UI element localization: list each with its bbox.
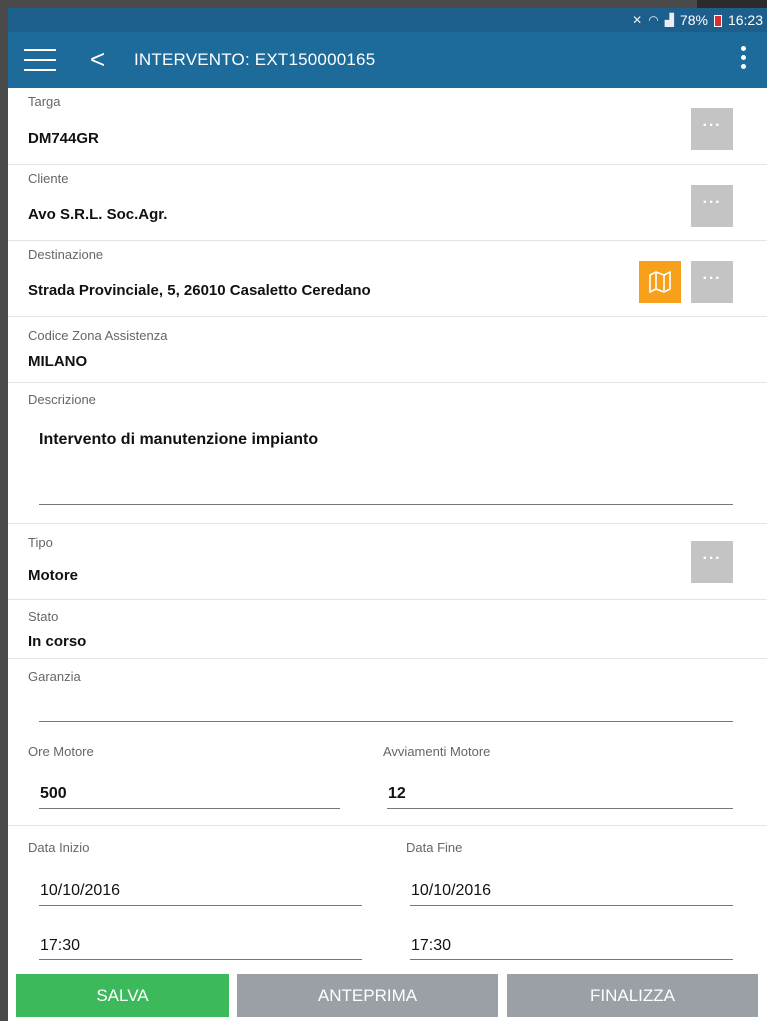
status-bar: ✕ ◠ ▟ 78% 16:23 [8,8,767,32]
garanzia-label: Garanzia [28,669,81,684]
descrizione-underline [39,504,733,505]
data-inizio-label: Data Inizio [28,840,90,855]
tipo-label: Tipo [28,535,53,550]
descrizione-label: Descrizione [28,392,96,407]
ore-motore-label: Ore Motore [28,744,94,759]
destinazione-lookup-button[interactable]: ··· [691,261,733,303]
destinazione-label: Destinazione [28,247,104,262]
targa-value: DM744GR [28,130,99,147]
battery-percent: 78% [679,12,708,28]
anteprima-button[interactable]: ANTEPRIMA [237,974,498,1017]
field-zona-assistenza: Codice Zona Assistenza MILANO [8,317,767,383]
map-icon [649,271,671,293]
wifi-icon: ◠ [648,13,659,27]
ore-motore-underline [39,808,340,809]
avviamenti-label: Avviamenti Motore [383,744,491,759]
stato-value: In corso [28,633,87,650]
top-corner-block [697,0,767,8]
ore-motore-input[interactable]: 500 [40,785,67,803]
more-options-icon[interactable] [741,46,747,72]
clock: 16:23 [727,12,763,28]
avviamenti-input[interactable]: 12 [388,785,406,803]
data-fine-time-input[interactable]: 17:30 [411,937,451,955]
field-garanzia: Garanzia [8,659,767,731]
data-inizio-date-input[interactable]: 10/10/2016 [40,882,120,900]
tipo-value: Motore [28,567,78,584]
data-fine-label: Data Fine [406,840,463,855]
field-tipo[interactable]: Tipo Motore ··· [8,524,767,600]
data-fine-date-underline [410,905,733,906]
tipo-lookup-button[interactable]: ··· [691,541,733,583]
field-engine-stats: Ore Motore 500 Avviamenti Motore 12 [8,731,767,826]
cliente-value: Avo S.R.L. Soc.Agr. [28,206,168,223]
zona-label: Codice Zona Assistenza [28,328,168,343]
cliente-label: Cliente [28,171,69,186]
stato-label: Stato [28,609,59,624]
signal-icon: ▟ [664,13,674,27]
form-content: Targa DM744GR ··· Cliente Avo S.R.L. Soc… [8,88,767,968]
app-bar: < INTERVENTO: EXT150000165 [8,32,767,88]
cliente-lookup-button[interactable]: ··· [691,185,733,227]
action-bar: SALVA ANTEPRIMA FINALIZZA [8,972,767,1021]
data-inizio-time-underline [39,959,362,960]
targa-lookup-button[interactable]: ··· [691,108,733,150]
salva-button[interactable]: SALVA [16,974,229,1017]
field-destinazione[interactable]: Destinazione Strada Provinciale, 5, 2601… [8,241,767,317]
data-fine-date-input[interactable]: 10/10/2016 [411,882,491,900]
field-stato: Stato In corso [8,600,767,659]
map-button[interactable] [639,261,681,303]
targa-label: Targa [28,94,61,109]
app-screen: ✕ ◠ ▟ 78% 16:23 < INTERVENTO: EXT1500001… [8,8,767,1021]
menu-icon[interactable] [24,49,56,71]
zona-value: MILANO [28,353,88,370]
data-inizio-date-underline [39,905,362,906]
field-dates: Data Inizio 10/10/2016 17:30 Data Fine 1… [8,826,767,968]
avviamenti-underline [387,808,733,809]
field-cliente[interactable]: Cliente Avo S.R.L. Soc.Agr. ··· [8,165,767,241]
data-inizio-time-input[interactable]: 17:30 [40,937,80,955]
data-fine-time-underline [410,959,733,960]
field-targa[interactable]: Targa DM744GR ··· [8,88,767,165]
descrizione-input[interactable]: Intervento di manutenzione impianto [39,431,318,449]
garanzia-underline [39,721,733,722]
page-title: INTERVENTO: EXT150000165 [134,50,376,69]
mute-icon: ✕ [632,13,643,27]
finalizza-button[interactable]: FINALIZZA [507,974,758,1017]
field-descrizione: Descrizione Intervento di manutenzione i… [8,383,767,524]
destinazione-value: Strada Provinciale, 5, 26010 Casaletto C… [28,282,371,299]
back-icon[interactable]: < [90,44,105,74]
battery-icon [713,15,722,27]
